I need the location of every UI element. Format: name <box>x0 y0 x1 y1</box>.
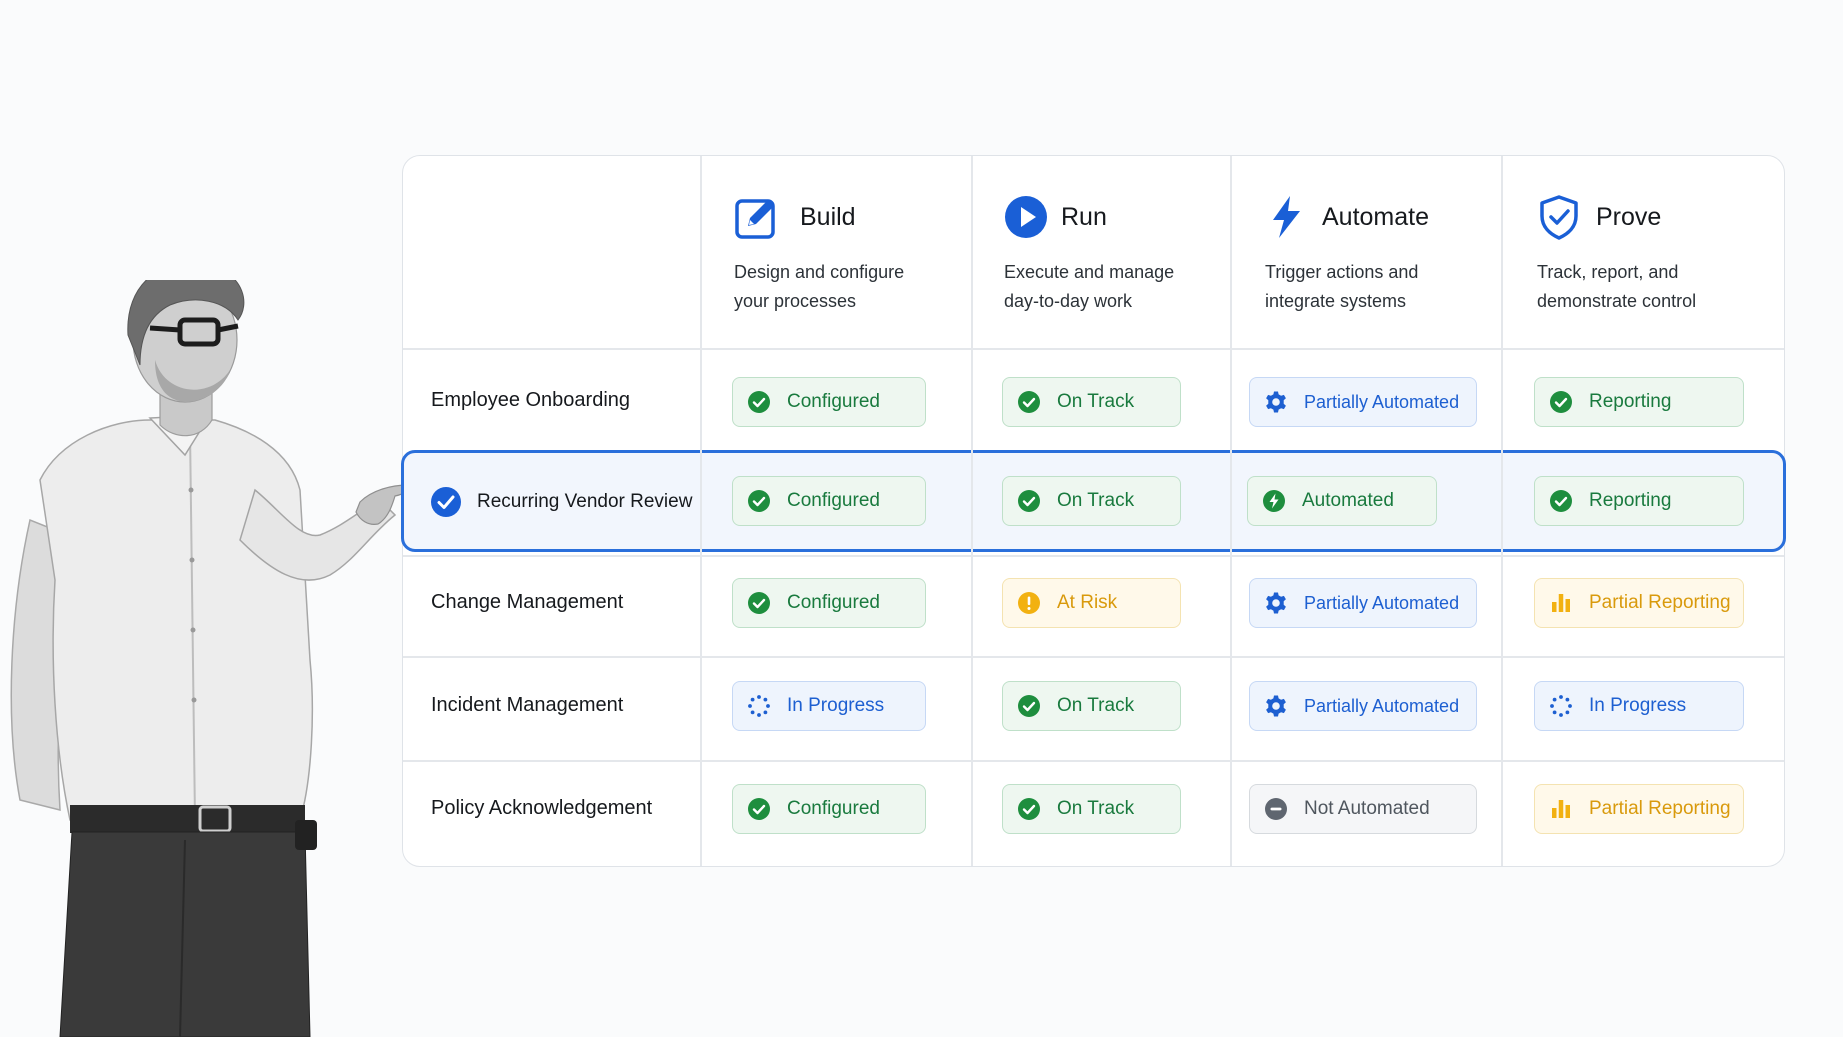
row-label-change-management[interactable]: Change Management <box>431 591 623 614</box>
row-label-text: Incident Management <box>431 694 624 716</box>
check-circle-icon <box>1018 695 1040 717</box>
check-circle-icon <box>1018 391 1040 413</box>
status-pill-build[interactable]: Configured <box>732 377 926 427</box>
spinner-icon <box>1550 695 1572 717</box>
row-divider <box>403 760 1784 762</box>
status-pill-prove[interactable]: Reporting <box>1534 377 1744 427</box>
status-text: Reporting <box>1589 490 1672 511</box>
status-pill-run[interactable]: On Track <box>1002 681 1181 731</box>
row-divider <box>403 555 1784 557</box>
column-title: Prove <box>1596 202 1662 231</box>
status-text: Configured <box>787 798 880 819</box>
spinner-icon <box>748 695 770 717</box>
status-text: Partial Reporting <box>1589 592 1731 613</box>
status-text: Reporting <box>1589 391 1672 412</box>
status-pill-automate[interactable]: Partially Automated <box>1249 578 1477 628</box>
shield-check-icon <box>1536 194 1582 240</box>
capability-matrix: Build Design and configure your processe… <box>401 155 1786 867</box>
check-circle-icon <box>1550 391 1572 413</box>
status-text: Partially Automated <box>1304 391 1460 412</box>
status-text: In Progress <box>1589 695 1687 716</box>
check-circle-icon <box>748 798 770 820</box>
status-pill-automate[interactable]: Partially Automated <box>1249 377 1477 427</box>
row-label-text: Policy Acknowledgement <box>431 797 653 819</box>
presenter-photo <box>10 280 410 1037</box>
status-text: Configured <box>787 490 880 511</box>
column-description: day-to-day work <box>1004 291 1133 311</box>
status-pill-prove[interactable]: Reporting <box>1534 476 1744 526</box>
column-title: Automate <box>1322 202 1430 231</box>
column-description: demonstrate control <box>1537 291 1697 311</box>
status-pill-build[interactable]: Configured <box>732 578 926 628</box>
status-text: On Track <box>1057 490 1135 511</box>
check-circle-icon <box>748 490 770 512</box>
play-circle-icon <box>1003 194 1049 240</box>
status-pill-run[interactable]: On Track <box>1002 377 1181 427</box>
status-text: Configured <box>787 391 880 412</box>
column-header-run: Run Execute and manage day-to-day work <box>971 156 1230 349</box>
column-header-prove: Prove Track, report, and demonstrate con… <box>1501 156 1786 349</box>
gear-icon <box>1266 391 1286 413</box>
bar-chart-icon <box>1552 800 1570 818</box>
status-text: Not Automated <box>1304 798 1430 819</box>
status-pill-automate[interactable]: Automated <box>1247 476 1437 526</box>
row-label-incident-management[interactable]: Incident Management <box>431 694 623 717</box>
alert-circle-icon <box>1018 592 1040 614</box>
check-circle-icon <box>1018 490 1040 512</box>
column-title: Run <box>1061 202 1107 231</box>
column-description: your processes <box>734 291 857 311</box>
row-label-text: Recurring Vendor Review <box>477 491 693 512</box>
row-label-employee-onboarding[interactable]: Employee Onboarding <box>431 389 630 412</box>
status-pill-prove[interactable]: Partial Reporting <box>1534 578 1744 628</box>
row-label-recurring-vendor-review[interactable]: Recurring Vendor Review <box>431 487 692 517</box>
row-label-text: Employee Onboarding <box>431 389 631 411</box>
status-pill-build[interactable]: Configured <box>732 784 926 834</box>
status-pill-build[interactable]: In Progress <box>732 681 926 731</box>
status-pill-run[interactable]: At Risk <box>1002 578 1181 628</box>
edit-square-icon <box>734 194 780 240</box>
status-pill-run[interactable]: On Track <box>1002 476 1181 526</box>
status-pill-prove[interactable]: In Progress <box>1534 681 1744 731</box>
status-pill-automate[interactable]: Not Automated <box>1249 784 1477 834</box>
row-label-text: Change Management <box>431 591 624 613</box>
column-description: Execute and manage <box>1004 262 1175 282</box>
lightning-bolt-icon <box>1264 194 1310 240</box>
status-text: In Progress <box>787 695 885 716</box>
status-text: Automated <box>1302 490 1394 511</box>
column-title: Build <box>800 202 856 231</box>
check-circle-icon <box>1550 490 1572 512</box>
status-pill-run[interactable]: On Track <box>1002 784 1181 834</box>
status-pill-automate[interactable]: Partially Automated <box>1249 681 1477 731</box>
column-header-automate: Automate Trigger actions and integrate s… <box>1230 156 1501 349</box>
column-description: Track, report, and <box>1537 262 1679 282</box>
bolt-circle-icon <box>1263 490 1285 512</box>
status-text: Partial Reporting <box>1589 798 1731 819</box>
column-description: Design and configure <box>734 262 905 282</box>
column-header-build: Build Design and configure your processe… <box>700 156 971 349</box>
column-description: Trigger actions and <box>1265 262 1419 282</box>
gear-icon <box>1266 592 1286 614</box>
status-text: Partially Automated <box>1304 695 1460 716</box>
column-description: integrate systems <box>1265 291 1407 311</box>
minus-circle-icon <box>1265 798 1287 820</box>
status-text: Partially Automated <box>1304 592 1460 613</box>
bar-chart-icon <box>1552 594 1570 612</box>
selected-check-icon <box>431 487 461 517</box>
status-text: On Track <box>1057 391 1135 412</box>
status-text: On Track <box>1057 798 1135 819</box>
status-text: On Track <box>1057 695 1135 716</box>
status-text: Configured <box>787 592 880 613</box>
check-circle-icon <box>748 391 770 413</box>
status-pill-build[interactable]: Configured <box>732 476 926 526</box>
check-circle-icon <box>1018 798 1040 820</box>
status-text: At Risk <box>1057 592 1118 613</box>
status-pill-prove[interactable]: Partial Reporting <box>1534 784 1744 834</box>
row-divider <box>403 656 1784 658</box>
check-circle-icon <box>748 592 770 614</box>
row-label-policy-acknowledgement[interactable]: Policy Acknowledgement <box>431 797 652 820</box>
gear-icon <box>1266 695 1286 717</box>
